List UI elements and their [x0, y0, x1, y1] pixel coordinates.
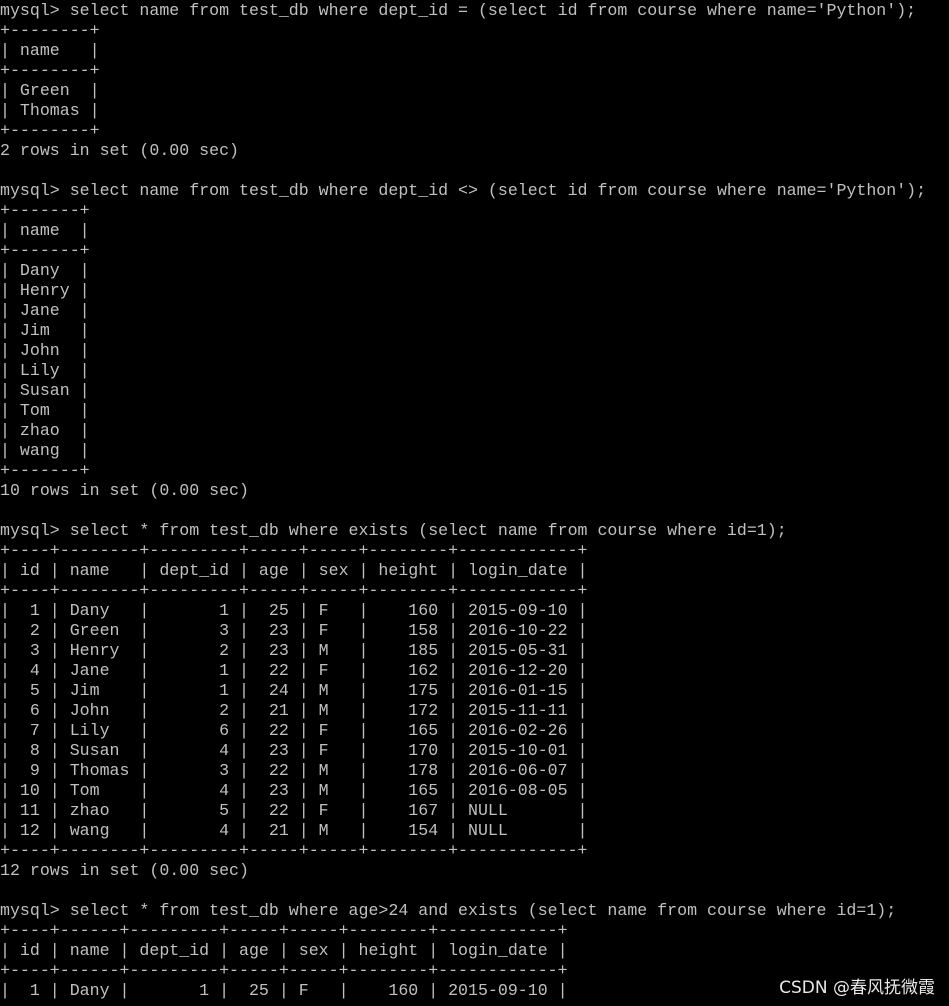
table-row: | 1 | Dany | 1 | 25 | F | 160 | 2015-09-… — [0, 601, 588, 620]
table-border: +-------+ — [0, 461, 90, 480]
table-row: | 3 | Henry | 2 | 23 | M | 185 | 2015-05… — [0, 641, 588, 660]
command-line: mysql> select * from test_db where age>2… — [0, 901, 897, 920]
table-border: +-------+ — [0, 241, 90, 260]
command-line: mysql> select * from test_db where exist… — [0, 521, 787, 540]
table-row: | Thomas | — [0, 101, 100, 120]
table-border: +----+--------+---------+-----+-----+---… — [0, 841, 588, 860]
csdn-watermark: CSDN @春风抚微霞 — [779, 978, 935, 998]
table-row: | 5 | Jim | 1 | 24 | M | 175 | 2016-01-1… — [0, 681, 588, 700]
result-footer: 2 rows in set (0.00 sec) — [0, 141, 239, 160]
table-row: | John | — [0, 341, 90, 360]
result-footer: 10 rows in set (0.00 sec) — [0, 481, 249, 500]
command-line: mysql> select name from test_db where de… — [0, 181, 927, 200]
table-row: | Jane | — [0, 301, 90, 320]
table-row: | Green | — [0, 81, 100, 100]
table-header: | name | — [0, 41, 100, 60]
table-border: +-------+ — [0, 201, 90, 220]
table-row: | Henry | — [0, 281, 90, 300]
table-border: +--------+ — [0, 21, 100, 40]
table-row: | 9 | Thomas | 3 | 22 | M | 178 | 2016-0… — [0, 761, 588, 780]
table-row: | 6 | John | 2 | 21 | M | 172 | 2015-11-… — [0, 701, 588, 720]
table-row: | Dany | — [0, 261, 90, 280]
table-border: +----+--------+---------+-----+-----+---… — [0, 581, 588, 600]
table-border: +----+--------+---------+-----+-----+---… — [0, 541, 588, 560]
table-row: | 2 | Green | 3 | 23 | F | 158 | 2016-10… — [0, 621, 588, 640]
table-row: | 4 | Jane | 1 | 22 | F | 162 | 2016-12-… — [0, 661, 588, 680]
table-row: | 8 | Susan | 4 | 23 | F | 170 | 2015-10… — [0, 741, 588, 760]
table-header: | id | name | dept_id | age | sex | heig… — [0, 941, 568, 960]
table-row: | Susan | — [0, 381, 90, 400]
table-row: | 12 | wang | 4 | 21 | M | 154 | NULL | — [0, 821, 588, 840]
table-border: +----+------+---------+-----+-----+-----… — [0, 921, 568, 940]
table-row: | wang | — [0, 441, 90, 460]
table-row: | Tom | — [0, 401, 90, 420]
table-row: | 7 | Lily | 6 | 22 | F | 165 | 2016-02-… — [0, 721, 588, 740]
table-border: +--------+ — [0, 121, 100, 140]
command-line: mysql> select name from test_db where de… — [0, 1, 917, 20]
table-row: | Jim | — [0, 321, 90, 340]
table-row: | 10 | Tom | 4 | 23 | M | 165 | 2016-08-… — [0, 781, 588, 800]
table-row: | zhao | — [0, 421, 90, 440]
terminal-output[interactable]: mysql> select name from test_db where de… — [0, 1, 926, 1001]
table-header: | id | name | dept_id | age | sex | heig… — [0, 561, 588, 580]
table-header: | name | — [0, 221, 90, 240]
table-border: +--------+ — [0, 61, 100, 80]
result-footer: 12 rows in set (0.00 sec) — [0, 861, 249, 880]
table-row: | 11 | zhao | 5 | 22 | F | 167 | NULL | — [0, 801, 588, 820]
table-row: | Lily | — [0, 361, 90, 380]
